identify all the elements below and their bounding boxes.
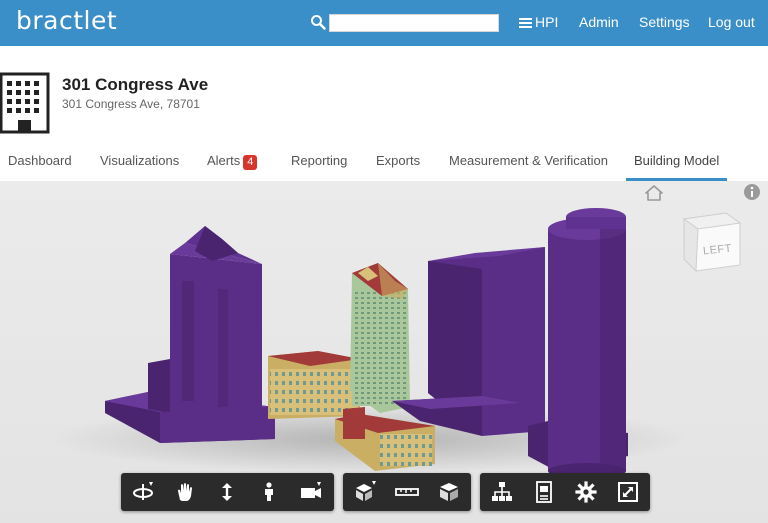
tab-alerts[interactable]: Alerts 4 <box>207 153 258 170</box>
first-person-icon[interactable] <box>255 478 283 506</box>
tab-visualizations[interactable]: Visualizations <box>100 153 179 168</box>
search-icon[interactable] <box>310 14 326 30</box>
pan-icon[interactable] <box>171 478 199 506</box>
toolbar-model-group <box>480 473 650 511</box>
orbit-icon[interactable] <box>129 478 157 506</box>
nav-admin[interactable]: Admin <box>579 14 619 30</box>
menu-icon <box>519 18 532 28</box>
tab-exports[interactable]: Exports <box>376 153 420 168</box>
section-icon[interactable] <box>435 478 463 506</box>
left-tower-building[interactable] <box>105 226 275 443</box>
search-input[interactable] <box>329 14 499 32</box>
view-cube[interactable] <box>676 207 746 277</box>
camera-icon[interactable] <box>297 478 325 506</box>
nav-hpi-label: HPI <box>535 14 559 30</box>
top-nav-bar: bractlet HPI Admin Settings Log out <box>0 0 768 46</box>
building-name: 301 Congress Ave <box>62 75 209 94</box>
building-address: 301 Congress Ave, 78701 <box>62 97 200 111</box>
home-icon[interactable] <box>644 184 664 202</box>
settings-gear-icon[interactable] <box>572 478 600 506</box>
tab-measurement-verification[interactable]: Measurement & Verification <box>449 153 608 168</box>
tab-dashboard[interactable]: Dashboard <box>8 153 72 168</box>
toolbar-navigation-group <box>121 473 334 511</box>
tab-reporting[interactable]: Reporting <box>291 153 347 168</box>
tab-bar: Dashboard Visualizations Alerts 4 Reporti… <box>0 145 768 181</box>
nav-settings[interactable]: Settings <box>639 14 690 30</box>
model-browser-icon[interactable] <box>488 478 516 506</box>
app-logo[interactable]: bractlet <box>16 6 117 35</box>
explode-icon[interactable] <box>351 478 379 506</box>
properties-icon[interactable] <box>530 478 558 506</box>
building-model-scene[interactable] <box>0 181 768 523</box>
measure-icon[interactable] <box>393 478 421 506</box>
center-glass-tower[interactable] <box>350 263 410 413</box>
tab-building-model[interactable]: Building Model <box>634 153 719 168</box>
alerts-count-badge: 4 <box>243 155 258 170</box>
nav-hpi[interactable]: HPI <box>519 14 558 30</box>
info-icon[interactable] <box>743 183 761 201</box>
model-viewer[interactable]: LEFT <box>0 181 768 523</box>
building-icon <box>0 72 50 134</box>
tab-alerts-label: Alerts <box>207 153 241 168</box>
toolbar-inspection-group <box>343 473 471 511</box>
nav-logout[interactable]: Log out <box>708 14 755 30</box>
fullscreen-icon[interactable] <box>614 478 642 506</box>
right-low-building[interactable] <box>392 247 545 436</box>
zoom-icon[interactable] <box>213 478 241 506</box>
